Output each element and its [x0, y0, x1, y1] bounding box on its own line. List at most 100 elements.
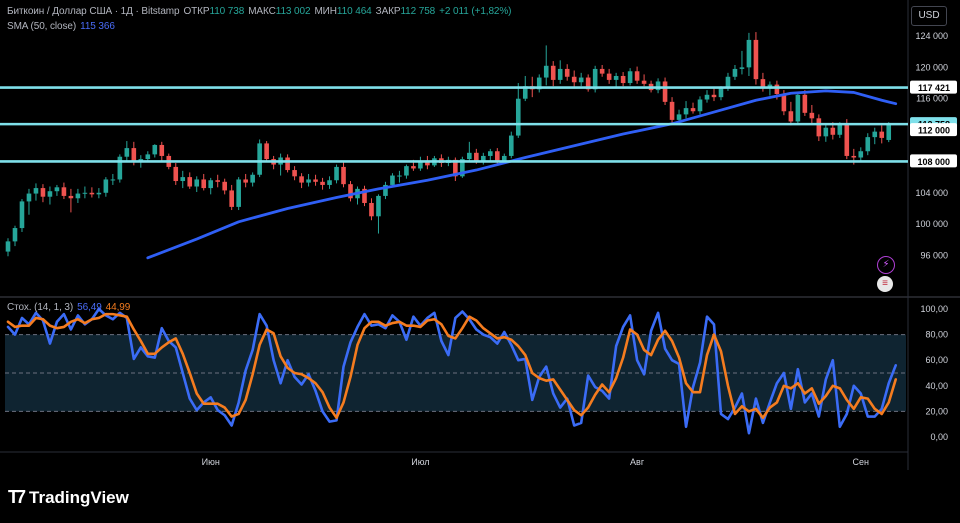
candle-body — [376, 195, 381, 217]
candle-body — [872, 131, 878, 138]
currency-button[interactable]: USD — [911, 6, 947, 26]
candle-body — [19, 201, 25, 229]
stoch-tick-label: 40,00 — [925, 381, 948, 391]
candle-body — [159, 144, 165, 156]
candle-body — [641, 80, 647, 84]
candle-body — [634, 71, 640, 81]
stochastic-k-value: 56,49 — [77, 302, 102, 313]
candle-body — [802, 94, 808, 113]
candle-body — [495, 151, 500, 161]
price-badge-label: 108 000 — [917, 157, 950, 167]
trading-chart-frame: 124 000 120 000 116 000 112 000 108 000 104 0… — [0, 0, 960, 523]
candle-body — [718, 88, 724, 98]
candle-body — [858, 151, 864, 158]
stoch-tick-label: 100,00 — [920, 304, 948, 314]
candle-body — [26, 193, 32, 202]
candle-body — [257, 143, 262, 175]
brand-text: TradingView — [29, 487, 129, 507]
candle-body — [299, 176, 304, 183]
candle-body — [327, 180, 332, 185]
candle-body — [264, 143, 269, 160]
stoch-tick-label: 60,00 — [925, 355, 948, 365]
candle-body — [620, 75, 626, 84]
chart-canvas[interactable]: 124 000 120 000 116 000 112 000 108 000 104 0… — [0, 0, 960, 523]
close-label: ЗАКР — [375, 6, 401, 17]
candle-body — [306, 179, 311, 183]
candle-body — [844, 124, 850, 156]
candle-body — [683, 108, 689, 115]
candle-body — [662, 81, 668, 102]
candle-body — [830, 127, 836, 135]
price-tick-label: 116 000 — [916, 94, 948, 104]
stochastic-legend[interactable]: Стох. (14, 1, 3) 56,49 44,99 — [7, 302, 134, 313]
candle-body — [180, 177, 186, 182]
candle-body — [557, 68, 563, 80]
candle-body — [75, 193, 81, 199]
candle-body — [96, 192, 102, 195]
price-badge-label: 112 000 — [918, 126, 950, 136]
candle-body — [68, 195, 74, 199]
candle-body — [390, 175, 395, 185]
candle-body — [879, 131, 885, 138]
close-value: 112 758 — [400, 6, 436, 17]
candle-body — [54, 187, 60, 192]
low-value: 110 464 — [336, 6, 372, 17]
candle-body — [229, 190, 234, 207]
candle-body — [697, 99, 703, 112]
candle-body — [606, 73, 612, 80]
candle-body — [467, 152, 472, 160]
time-tick-label: Авг — [630, 457, 645, 467]
candle-body — [732, 68, 738, 77]
candle-body — [753, 39, 759, 80]
us-flag-icon[interactable]: ≡ — [877, 276, 893, 292]
candle-body — [746, 39, 752, 68]
stochastic-label: Стох. (14, 1, 3) — [7, 302, 74, 313]
lightning-icon[interactable]: ⚡ — [877, 256, 895, 274]
candle-body — [313, 179, 318, 182]
stoch-tick-label: 80,00 — [925, 330, 948, 340]
candle-body — [285, 157, 290, 171]
low-label: МИН — [314, 6, 337, 17]
candle-body — [571, 76, 577, 83]
price-pane — [5, 32, 898, 260]
candle-body — [292, 170, 297, 177]
time-tick-label: Сен — [853, 457, 870, 467]
candle-body — [508, 135, 514, 156]
candle-body — [5, 241, 11, 252]
sma-legend[interactable]: SMA (50, close) 115 366 — [7, 21, 119, 32]
candle-body — [809, 112, 815, 119]
candle-body — [103, 179, 109, 193]
candle-body — [369, 202, 374, 217]
candle-body — [236, 179, 241, 207]
candle-body — [690, 108, 696, 112]
tradingview-logo[interactable]: T7 TradingView — [8, 487, 129, 508]
candle-body — [564, 68, 570, 77]
price-badge-label: 117 421 — [918, 83, 950, 93]
candle-body — [599, 68, 605, 74]
main-legend: Биткоин / Доллар США · 1Д · Bitstamp ОТКР… — [7, 6, 515, 17]
candle-body — [711, 94, 717, 98]
candle-body — [823, 127, 829, 137]
candle-body — [676, 114, 682, 120]
candle-body — [201, 179, 207, 189]
candle-body — [145, 154, 151, 160]
candle-body — [89, 192, 95, 195]
price-tick-label: 104 000 — [915, 188, 948, 198]
candle-body — [411, 166, 416, 169]
high-value: 113 002 — [275, 6, 311, 17]
symbol-title[interactable]: Биткоин / Доллар США · 1Д · Bitstamp — [7, 6, 180, 17]
stoch-tick-label: 20,00 — [925, 406, 948, 416]
candle-body — [33, 188, 39, 194]
candle-body — [578, 77, 584, 83]
candle-body — [669, 101, 675, 120]
candle-body — [131, 148, 137, 163]
candle-body — [886, 124, 892, 140]
stochastic-d-value: 44,99 — [105, 302, 131, 313]
candle-body — [488, 151, 493, 156]
change-value: +2 011 (+1,82%) — [439, 6, 512, 17]
candle-body — [173, 166, 179, 182]
candle-body — [404, 166, 409, 176]
candle-body — [501, 155, 507, 161]
candle-body — [550, 65, 556, 80]
time-tick-label: Июл — [411, 457, 429, 467]
